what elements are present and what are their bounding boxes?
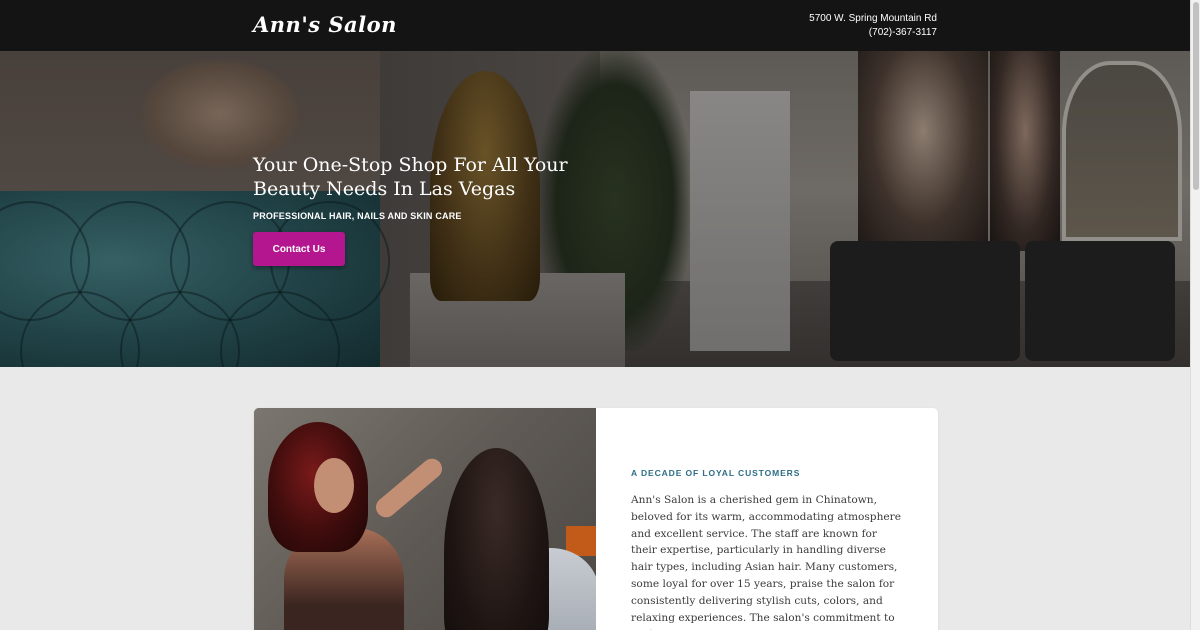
about-body-text: Ann's Salon is a cherished gem in Chinat… [631,494,902,630]
about-eyebrow: A DECADE OF LOYAL CUSTOMERS [631,468,801,478]
hero-banner: Your One-Stop Shop For All Your Beauty N… [0,51,1190,367]
page-scrollbar[interactable] [1190,0,1200,630]
scrollbar-thumb[interactable] [1193,2,1199,190]
about-card: A DECADE OF LOYAL CUSTOMERS Ann's Salon … [254,408,938,630]
contact-us-button[interactable]: Contact Us [253,232,345,266]
address-text: 5700 W. Spring Mountain Rd [809,13,937,24]
stylist-photo [254,408,596,630]
hero-subtitle: PROFESSIONAL HAIR, NAILS AND SKIN CARE [253,211,462,221]
logo[interactable]: Ann's Salon [253,12,397,37]
hero-title: Your One-Stop Shop For All Your Beauty N… [253,154,568,200]
contact-info: 5700 W. Spring Mountain Rd (702)-367-311… [809,12,937,40]
hero-overlay [0,51,1190,367]
site-header: Ann's Salon 5700 W. Spring Mountain Rd (… [0,0,1190,51]
phone-link[interactable]: (702)-367-3117 [809,26,937,40]
